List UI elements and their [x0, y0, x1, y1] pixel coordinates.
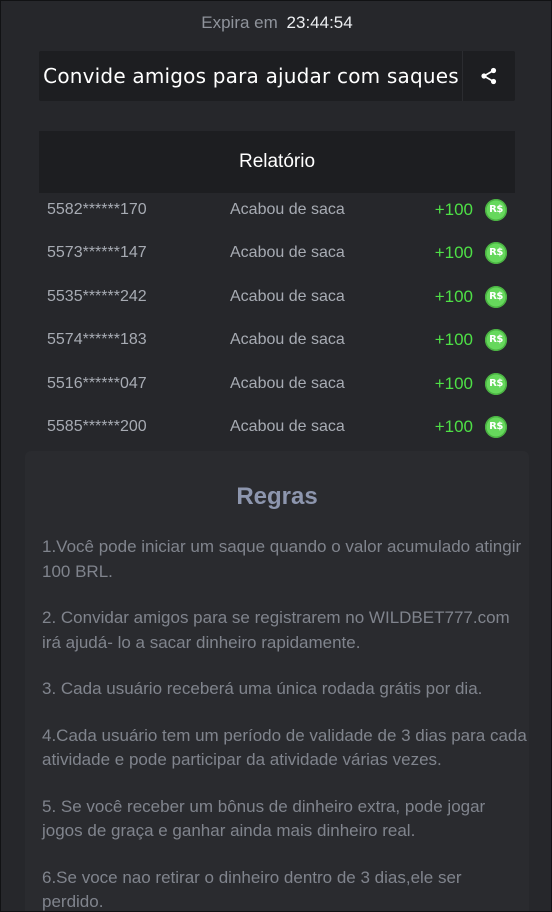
list-item: 5573******147 Acabou de saca +100 R$ — [39, 236, 515, 279]
user-id: 5516******047 — [47, 374, 147, 392]
share-icon — [481, 67, 497, 85]
rule-item: 4.Cada usuário tem um período de validad… — [42, 725, 527, 770]
rules-list: 1.Você pode iniciar um saque quando o va… — [42, 535, 527, 912]
expiry-countdown: Expira em 23:44:54 — [1, 13, 551, 33]
withdraw-status: Acabou de saca — [230, 331, 345, 349]
real-coin-icon: R$ — [485, 242, 507, 265]
real-coin-icon: R$ — [485, 329, 507, 352]
withdraw-status: Acabou de saca — [230, 287, 345, 305]
rules-title: Regras — [236, 483, 318, 510]
withdraw-amount: +100 — [434, 416, 473, 436]
withdraw-amount: +100 — [434, 243, 473, 263]
invite-friends-bar: Convide amigos para ajudar com saques — [39, 51, 515, 101]
rule-item: 6.Se voce nao retirar o dinheiro dentro … — [42, 867, 462, 912]
list-item: 5535******242 Acabou de saca +100 R$ — [39, 280, 515, 323]
report-list: 5582******170 Acabou de saca +100 R$ 557… — [39, 193, 515, 453]
user-id: 5574******183 — [47, 331, 147, 349]
withdraw-status: Acabou de saca — [230, 374, 345, 392]
share-button[interactable] — [462, 51, 515, 101]
rule-item: 5. Se você receber um bônus de dinheiro … — [42, 796, 486, 841]
real-coin-icon: R$ — [485, 372, 507, 395]
list-item: 5516******047 Acabou de saca +100 R$ — [39, 367, 515, 410]
list-item: 5585******200 Acabou de saca +100 R$ — [39, 410, 515, 453]
expiry-label: Expira em — [201, 13, 278, 32]
user-id: 5582******170 — [47, 201, 147, 218]
rule-item: 3. Cada usuário receberá uma única rodad… — [42, 679, 483, 698]
list-item: 5574******183 Acabou de saca +100 R$ — [39, 323, 515, 366]
withdraw-amount: +100 — [434, 200, 473, 219]
withdraw-amount: +100 — [434, 286, 473, 306]
user-id: 5573******147 — [47, 244, 147, 262]
withdraw-status: Acabou de saca — [230, 417, 345, 435]
page: Expira em 23:44:54 Convide amigos para a… — [0, 0, 552, 912]
withdraw-amount: +100 — [434, 330, 473, 350]
withdraw-amount: +100 — [434, 373, 473, 393]
withdraw-status: Acabou de saca — [230, 244, 345, 262]
rule-item: 1.Você pode iniciar um saque quando o va… — [42, 537, 522, 581]
rules-panel: Regras 1.Você pode iniciar um saque quan… — [25, 451, 529, 912]
invite-friends-button[interactable]: Convide amigos para ajudar com saques — [39, 51, 463, 101]
user-id: 5535******242 — [47, 287, 147, 305]
countdown-time: 23:44:54 — [286, 13, 353, 32]
real-coin-icon: R$ — [485, 285, 507, 308]
report-title: Relatório — [39, 131, 515, 193]
rule-item: 2. Convidar amigos para se registrarem n… — [42, 608, 510, 652]
user-id: 5585******200 — [47, 417, 147, 435]
real-coin-icon: R$ — [485, 199, 507, 221]
withdraw-status: Acabou de saca — [230, 201, 345, 218]
real-coin-icon: R$ — [485, 415, 507, 438]
list-item: 5582******170 Acabou de saca +100 R$ — [39, 193, 515, 236]
